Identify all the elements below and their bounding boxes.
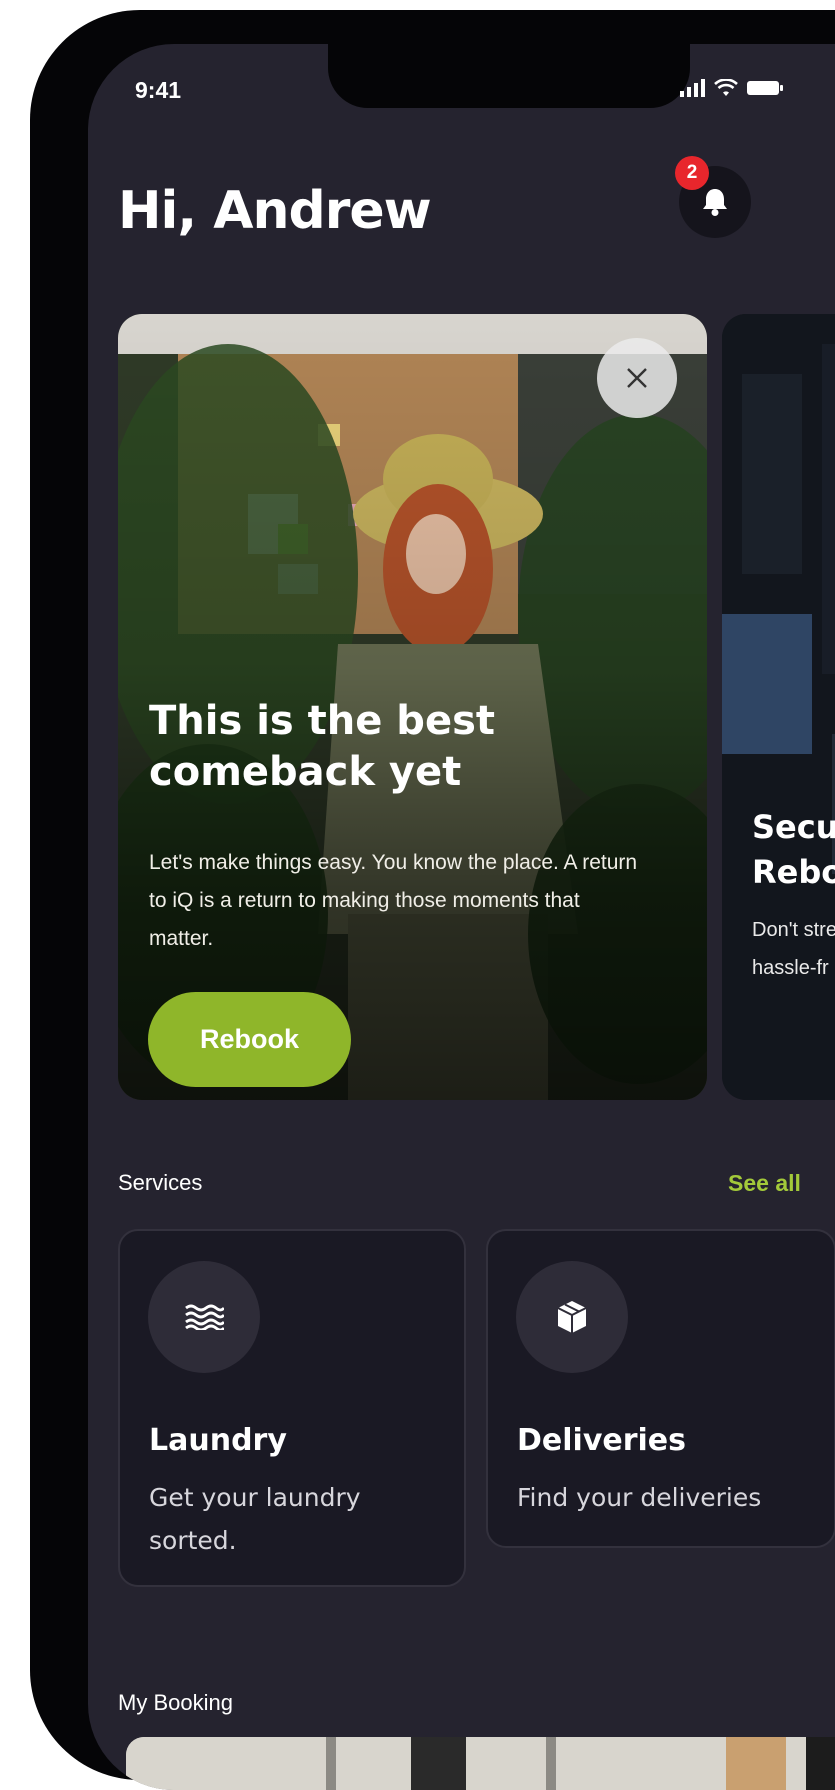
phone-frame: 9:41 Hi, Andrew 2 This is the best comeb… [30, 10, 835, 1790]
bell-icon [703, 189, 727, 216]
close-icon [627, 368, 647, 388]
booking-photo [126, 1737, 835, 1790]
promo-secondary-title-line1: Secur [752, 808, 835, 846]
promo-card[interactable]: This is the best comeback yet Let's make… [118, 314, 707, 1100]
close-promo-button[interactable] [597, 338, 677, 418]
service-card-deliveries[interactable]: Deliveries Find your deliveries [486, 1229, 835, 1548]
signal-icon [680, 79, 705, 97]
service-card-laundry[interactable]: Laundry Get your laundry sorted. [118, 1229, 466, 1587]
promo-secondary-body-line1: Don't stre [752, 919, 835, 941]
laundry-icon-wrap [148, 1261, 260, 1373]
status-icons [680, 78, 784, 98]
promo-secondary-description: Don't stre hassle-fr [752, 911, 835, 987]
service-title-laundry: Laundry [149, 1423, 287, 1458]
notification-badge: 2 [675, 156, 709, 190]
service-desc-laundry: Get your laundry sorted. [149, 1483, 361, 1555]
booking-card[interactable] [126, 1737, 835, 1790]
promo-title: This is the best comeback yet [149, 698, 495, 795]
greeting-title: Hi, Andrew [118, 181, 432, 241]
promo-card-secondary[interactable]: Secur Reboc Don't stre hassle-fr [722, 314, 835, 1100]
promo-secondary-body-line2: hassle-fr [752, 957, 829, 979]
package-icon [557, 1301, 587, 1333]
status-time: 9:41 [135, 77, 182, 103]
waves-icon [185, 1304, 224, 1330]
promo-description: Let's make things easy. You know the pla… [149, 851, 638, 950]
device-notch [328, 44, 690, 108]
promo-secondary-title: Secur Reboc [752, 805, 835, 895]
rebook-button[interactable]: Rebook [148, 992, 351, 1087]
see-all-link[interactable]: See all [728, 1170, 801, 1197]
deliveries-icon-wrap [516, 1261, 628, 1373]
app-screen: 9:41 Hi, Andrew 2 This is the best comeb… [88, 44, 835, 1790]
my-booking-label: My Booking [118, 1690, 233, 1715]
battery-icon [747, 81, 783, 95]
service-title-deliveries: Deliveries [517, 1423, 686, 1458]
wifi-icon [714, 79, 738, 96]
services-label: Services [118, 1170, 203, 1195]
service-desc-deliveries: Find your deliveries [517, 1483, 762, 1512]
promo-secondary-title-line2: Reboc [752, 853, 835, 891]
